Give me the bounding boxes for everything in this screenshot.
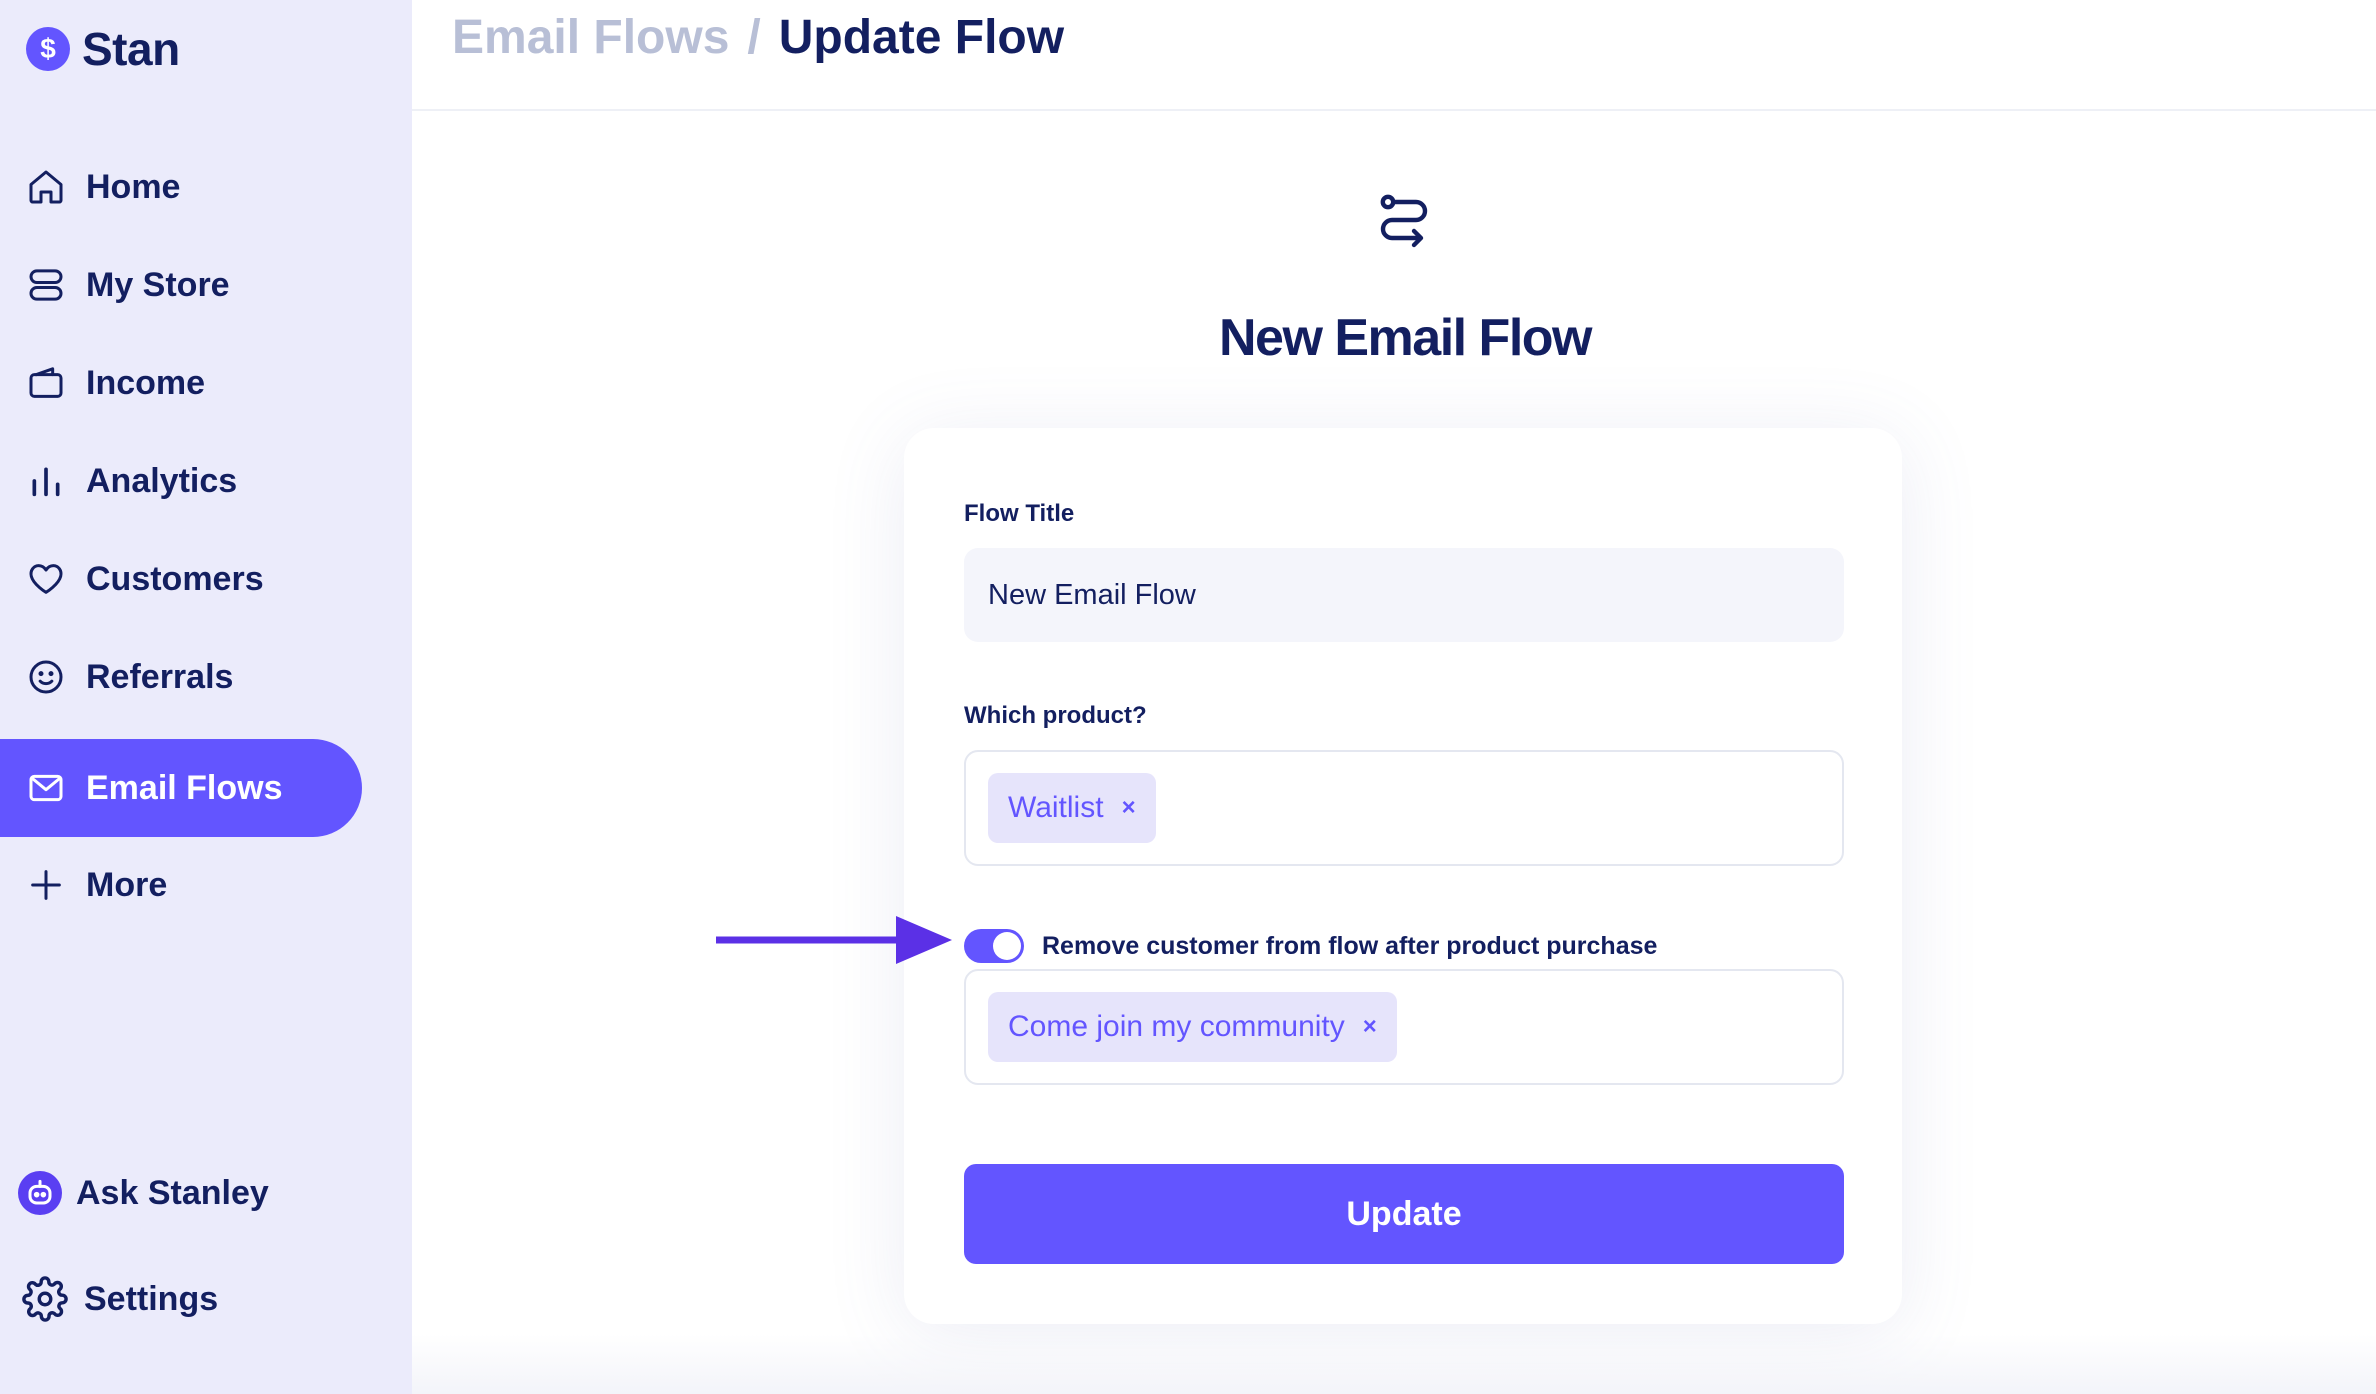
bar-chart-icon — [32, 467, 60, 497]
wallet-icon — [29, 367, 63, 398]
toggle-knob — [993, 932, 1021, 960]
flow-form-card: Flow Title New Email Flow Which product?… — [904, 428, 1902, 1324]
sidebar-item-label: Ask Stanley — [76, 1173, 269, 1212]
sidebar-item-income[interactable]: Income — [0, 334, 362, 432]
sidebar: $ Stan Home My Store Income Analytics Cu… — [0, 0, 412, 1394]
breadcrumb-parent-link[interactable]: Email Flows — [452, 10, 729, 65]
remove-tag-button[interactable]: × — [1122, 794, 1136, 822]
brand[interactable]: $ Stan — [26, 23, 180, 75]
removal-product-tag: Come join my community × — [988, 992, 1397, 1062]
app-root: $ Stan Home My Store Income Analytics Cu… — [0, 0, 2376, 1394]
removal-product-select[interactable]: Come join my community × — [964, 969, 1844, 1085]
flow-title-label: Flow Title — [964, 500, 1075, 527]
sidebar-item-ask-stanley[interactable]: Ask Stanley — [0, 1144, 362, 1242]
smiley-icon — [29, 660, 63, 694]
home-icon — [29, 170, 63, 204]
product-select[interactable]: Waitlist × — [964, 750, 1844, 866]
remove-customer-toggle-label: Remove customer from flow after product … — [1042, 931, 1658, 960]
page-title: New Email Flow — [1219, 309, 1592, 367]
sidebar-item-customers[interactable]: Customers — [0, 530, 362, 628]
breadcrumb: Email Flows / Update Flow — [452, 10, 1064, 65]
annotation-arrow-icon — [716, 916, 952, 964]
page-header: Email Flows / Update Flow — [412, 0, 2376, 111]
breadcrumb-separator: / — [747, 11, 761, 64]
brand-name: Stan — [82, 23, 180, 75]
store-icon — [29, 269, 63, 301]
update-button[interactable]: Update — [964, 1164, 1844, 1264]
heart-icon — [29, 564, 63, 594]
sidebar-item-more[interactable]: More — [0, 836, 362, 934]
sidebar-item-home[interactable]: Home — [0, 138, 362, 236]
sidebar-item-analytics[interactable]: Analytics — [0, 432, 362, 530]
sidebar-item-label: Email Flows — [86, 768, 283, 807]
bottom-fade — [412, 1334, 2376, 1394]
plus-icon — [31, 870, 61, 900]
sidebar-item-label: Income — [86, 363, 206, 402]
sidebar-item-label: Referrals — [86, 657, 234, 696]
sidebar-item-label: Home — [86, 167, 181, 206]
sidebar-item-my-store[interactable]: My Store — [0, 236, 362, 334]
brand-logo-icon: $ — [26, 27, 70, 71]
flow-title-input[interactable]: New Email Flow — [964, 548, 1844, 642]
sidebar-item-label: More — [86, 865, 168, 904]
product-label: Which product? — [964, 702, 1147, 729]
gear-icon — [22, 1276, 68, 1322]
sidebar-item-referrals[interactable]: Referrals — [0, 628, 362, 726]
sidebar-item-label: My Store — [86, 265, 230, 304]
product-tag-label: Waitlist — [1008, 791, 1104, 824]
remove-customer-toggle[interactable] — [964, 929, 1024, 963]
product-tag: Waitlist × — [988, 773, 1156, 843]
breadcrumb-current: Update Flow — [778, 11, 1065, 64]
sidebar-item-label: Customers — [86, 559, 264, 598]
sidebar-item-label: Analytics — [86, 461, 238, 500]
sidebar-item-settings[interactable]: Settings — [0, 1250, 362, 1348]
sidebar-item-label: Settings — [84, 1279, 219, 1318]
flow-route-icon — [1380, 194, 1428, 248]
stanley-avatar-icon — [18, 1171, 62, 1215]
removal-product-tag-label: Come join my community — [1008, 1010, 1345, 1043]
mail-icon — [29, 774, 63, 802]
remove-tag-button[interactable]: × — [1363, 1013, 1377, 1041]
sidebar-item-email-flows[interactable]: Email Flows — [0, 739, 362, 837]
